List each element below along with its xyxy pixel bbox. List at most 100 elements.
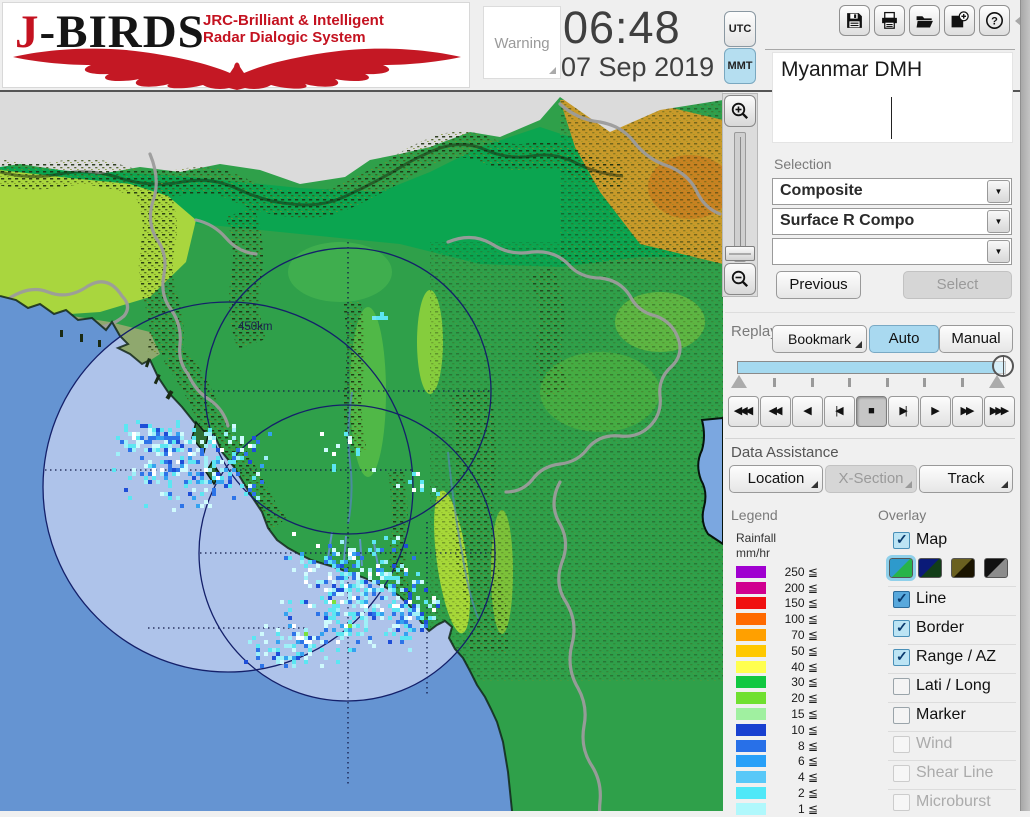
check-mark-icon: ✓: [896, 648, 908, 665]
map-style-navy-terrain[interactable]: [918, 558, 942, 578]
radar-map[interactable]: 450km: [0, 92, 723, 811]
legend-swatch: [736, 629, 766, 641]
overlay-item-marker[interactable]: Marker: [891, 706, 1017, 728]
track-button[interactable]: Track: [919, 465, 1013, 493]
overlay-item-label: Border: [916, 619, 964, 637]
selection-label: Selection: [774, 156, 832, 172]
legend-swatch: [736, 645, 766, 657]
replay-slider-track[interactable]: [737, 361, 1006, 374]
map-style-gray-terrain[interactable]: [984, 558, 1008, 578]
checkbox-unchecked-icon[interactable]: [893, 678, 910, 695]
divider: [765, 49, 1015, 50]
check-mark-icon: ✓: [896, 531, 908, 548]
range-ring-label: 450km: [238, 321, 273, 333]
play-backward-button[interactable]: ◀: [792, 396, 823, 427]
rainfall-legend: 250 ≦200 ≦150 ≦100 ≦70 ≦50 ≦40 ≦30 ≦20 ≦…: [736, 564, 846, 817]
legend-value: 250 ≦: [766, 565, 818, 579]
legend-swatch: [736, 755, 766, 767]
dropdown-product-value: Surface R Compo: [780, 212, 914, 230]
forward-fastest-button[interactable]: ▶▶▶: [984, 396, 1015, 427]
overlay-item-lati-long[interactable]: Lati / Long: [891, 677, 1017, 699]
bookmark-button[interactable]: Bookmark: [772, 325, 867, 353]
legend-row: 20 ≦: [736, 690, 846, 706]
menu-corner-icon: [905, 481, 912, 488]
chevron-down-icon[interactable]: ▼: [987, 210, 1010, 233]
legend-row: 15 ≦: [736, 706, 846, 722]
overlay-item-label: Line: [916, 590, 946, 608]
overlay-item-line[interactable]: ✓ Line: [891, 590, 1017, 612]
legend-value: 15 ≦: [766, 707, 818, 721]
previous-button[interactable]: Previous: [776, 271, 861, 299]
chevron-down-icon[interactable]: ▼: [987, 180, 1010, 203]
manual-mode-button[interactable]: Manual: [939, 325, 1013, 353]
checkbox-checked-icon[interactable]: ✓: [893, 532, 910, 549]
checkbox-checked-icon[interactable]: ✓: [893, 591, 910, 608]
legend-swatch: [736, 724, 766, 736]
step-backward-button[interactable]: |◀: [824, 396, 855, 427]
overlay-item-border[interactable]: ✓ Border: [891, 619, 1017, 641]
stop-button[interactable]: ■: [856, 396, 887, 427]
divider: [888, 760, 1016, 761]
legend-value: 10 ≦: [766, 723, 818, 737]
overlay-item-range-az[interactable]: ✓ Range / AZ: [891, 648, 1017, 670]
logo-subtitle-line1: JRC-Brilliant & Intelligent: [203, 12, 384, 29]
slider-start-marker[interactable]: [731, 375, 747, 388]
logo-subtitle: JRC-Brilliant & Intelligent Radar Dialog…: [203, 12, 384, 46]
legend-swatch: [736, 708, 766, 720]
checkbox-checked-icon[interactable]: ✓: [893, 620, 910, 637]
text-caret: [891, 97, 892, 139]
dropdown-product-type[interactable]: Composite ▼: [772, 178, 1012, 205]
legend-row: 10 ≦: [736, 722, 846, 738]
slider-tick: [961, 378, 964, 387]
overlay-item-shear-line: Shear Line: [891, 764, 1017, 786]
divider: [888, 789, 1016, 790]
legend-swatch: [736, 613, 766, 625]
rewind-fastest-button[interactable]: ◀◀◀: [728, 396, 759, 427]
overlay-item-map[interactable]: ✓Map: [891, 531, 1017, 553]
dropdown-product[interactable]: Surface R Compo ▼: [772, 208, 1012, 235]
play-forward-button[interactable]: ▶: [920, 396, 951, 427]
menu-corner-icon: [855, 341, 862, 348]
legend-swatch: [736, 692, 766, 704]
slider-tick: [848, 378, 851, 387]
divider: [888, 673, 1016, 674]
forward-fast-button[interactable]: ▶▶: [952, 396, 983, 427]
divider: [725, 312, 1015, 313]
logo-subtitle-line2: Radar Dialogic System: [203, 29, 384, 46]
auto-mode-button[interactable]: Auto: [869, 325, 939, 353]
site-box[interactable]: Myanmar DMH: [772, 52, 1013, 143]
clock-time: 06:48: [563, 2, 723, 54]
overlay-item-wind: Wind: [891, 735, 1017, 757]
legend-swatch: [736, 582, 766, 594]
rewind-fast-button[interactable]: ◀◀: [760, 396, 791, 427]
legend-row: 4 ≦: [736, 769, 846, 785]
legend-value: 6 ≦: [766, 754, 818, 768]
slider-end-marker[interactable]: [989, 375, 1005, 388]
legend-swatch: [736, 661, 766, 673]
x-section-button[interactable]: X-Section: [825, 465, 917, 493]
chevron-down-icon[interactable]: ▼: [987, 240, 1010, 263]
overlay-item-label: Range / AZ: [916, 648, 996, 666]
location-button[interactable]: Location: [729, 465, 823, 493]
map-style-selector: [887, 556, 1017, 582]
select-button[interactable]: Select: [903, 271, 1012, 299]
step-forward-button[interactable]: ▶|: [888, 396, 919, 427]
control-panel: Myanmar DMH Selection Composite ▼ Surfac…: [723, 0, 1020, 811]
warning-button[interactable]: Warning: [483, 6, 561, 79]
checkbox-checked-icon[interactable]: ✓: [893, 649, 910, 666]
checkbox-unchecked-icon[interactable]: [893, 707, 910, 724]
legend-row: 40 ≦: [736, 659, 846, 675]
legend-value: 8 ≦: [766, 739, 818, 753]
legend-swatch: [736, 740, 766, 752]
slider-tick: [886, 378, 889, 387]
legend-unit-line1: Rainfall: [736, 531, 776, 545]
divider: [725, 438, 1015, 439]
track-label: Track: [948, 470, 985, 487]
map-style-green-terrain[interactable]: [889, 558, 913, 578]
legend-value: 30 ≦: [766, 675, 818, 689]
map-style-olive-terrain[interactable]: [951, 558, 975, 578]
replay-slider-thumb[interactable]: [992, 355, 1014, 377]
legend-value: 20 ≦: [766, 691, 818, 705]
dropdown-option[interactable]: ▼: [772, 238, 1012, 265]
panel-gutter[interactable]: [1020, 0, 1030, 811]
